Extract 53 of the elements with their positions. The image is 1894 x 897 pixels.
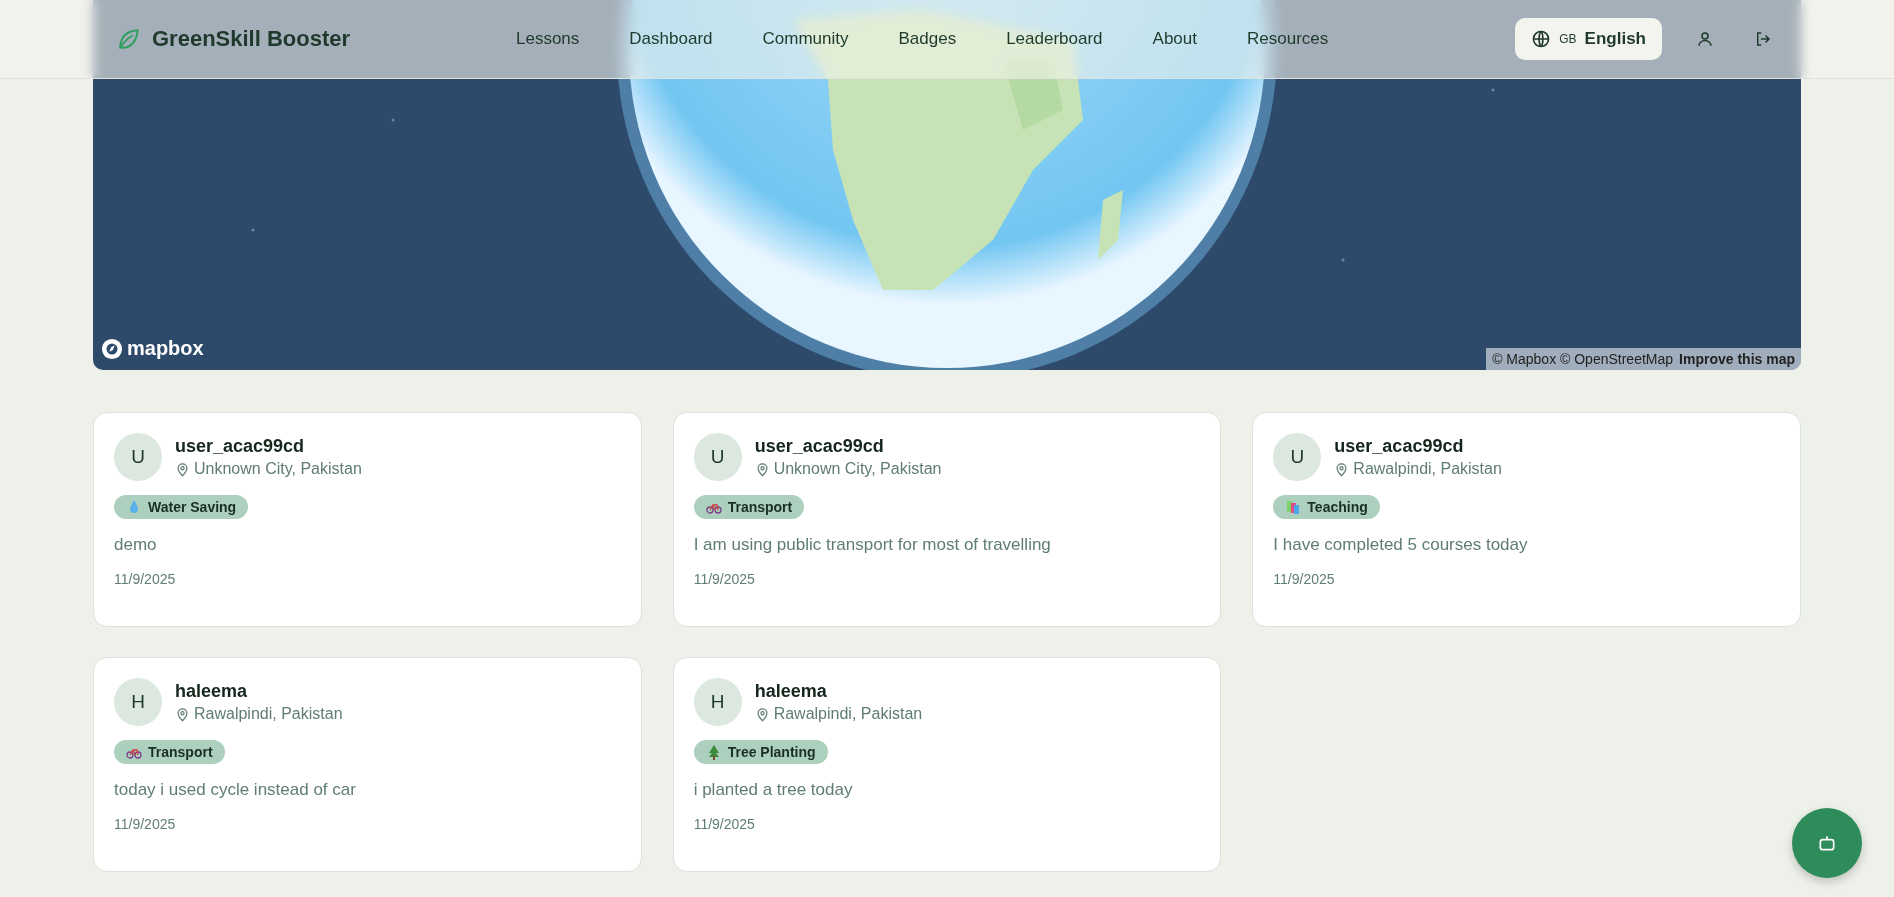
nav-link[interactable]: Leaderboard	[1006, 29, 1103, 49]
user-avatar: U	[114, 433, 162, 481]
user-location: Rawalpindi, Pakistan	[1353, 460, 1502, 478]
user-name: haleema	[754, 681, 828, 702]
nav-link[interactable]: About	[1152, 29, 1197, 49]
logout-icon	[1754, 30, 1772, 48]
user-avatar: U	[1273, 433, 1322, 481]
category-tag: Transport	[114, 740, 225, 764]
brand-name[interactable]: GreenSkill Booster	[152, 26, 351, 52]
nav-link[interactable]: Community	[762, 29, 849, 49]
category-tag: Tree Planting	[693, 740, 828, 764]
post-date: 11/9/2025	[1273, 571, 1336, 587]
nav-link[interactable]: Badges	[898, 29, 957, 49]
post-date: 11/9/2025	[693, 571, 756, 587]
user-avatar: H	[114, 678, 162, 726]
post-date: 11/9/2025	[114, 816, 177, 832]
nav-link[interactable]: Dashboard	[629, 29, 713, 49]
user-location: Rawalpindi, Pakistan	[194, 705, 343, 723]
category-tag: Teaching	[1273, 495, 1380, 519]
nav-link[interactable]: Lessons	[516, 29, 580, 49]
post-text: I am using public transport for most of travelling	[693, 535, 1052, 555]
globe-icon	[1531, 29, 1552, 49]
leaf-icon	[116, 26, 142, 52]
user-location: Unknown City, Pakistan	[194, 460, 362, 478]
mapbox-wordmark: mapbox	[127, 337, 204, 360]
post-date: 11/9/2025	[114, 571, 177, 587]
post-date: 11/9/2025	[693, 816, 756, 832]
user-icon	[1696, 30, 1714, 48]
attribution-text: © Mapbox © OpenStreetMap	[1492, 351, 1674, 367]
user-name: haleema	[175, 681, 249, 702]
post-text: demo	[114, 535, 158, 555]
mapbox-logo[interactable]: mapbox	[101, 337, 204, 360]
robot-icon	[1817, 833, 1837, 853]
location-pin-icon	[175, 461, 190, 477]
language-button[interactable]: GB English	[1515, 18, 1662, 60]
user-name: user_acac99cd	[1334, 436, 1465, 457]
books-icon	[1285, 499, 1302, 515]
user-name: user_acac99cd	[754, 436, 885, 457]
category-tag: Transport	[693, 495, 805, 519]
user-avatar: U	[693, 433, 742, 481]
post-text: today i used cycle instead of car	[114, 780, 357, 800]
user-location: Rawalpindi, Pakistan	[773, 705, 923, 723]
compass-icon	[101, 337, 123, 360]
user-location: Unknown City, Pakistan	[773, 460, 942, 478]
user-name: user_acac99cd	[175, 436, 306, 457]
location-pin-icon	[175, 706, 190, 722]
post-text: i planted a tree today	[693, 780, 854, 800]
nav-link[interactable]: Resources	[1247, 29, 1329, 49]
category-tag: Water Saving	[114, 495, 249, 519]
chatbot-button[interactable]	[1792, 808, 1862, 878]
post-text: I have completed 5 courses today	[1273, 535, 1529, 555]
user-avatar: H	[693, 678, 742, 726]
improve-map-link[interactable]: Improve this map	[1679, 351, 1795, 367]
